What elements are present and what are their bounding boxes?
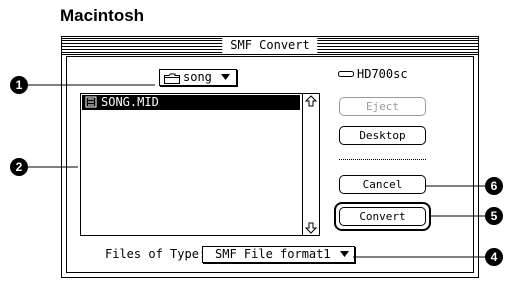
file-list-scrollbar[interactable]	[302, 94, 319, 235]
section-heading: Macintosh	[60, 6, 145, 25]
folder-icon	[164, 73, 180, 84]
list-item[interactable]: SONG.MID	[82, 95, 300, 110]
hard-drive-icon	[338, 70, 354, 78]
files-of-type-label: Files of Type:	[105, 247, 207, 261]
cancel-button[interactable]: Cancel	[339, 175, 426, 194]
midi-file-icon	[85, 96, 97, 108]
callout-badge-4: 4	[485, 248, 503, 266]
arrow-down-icon[interactable]	[305, 221, 317, 234]
desktop-button[interactable]: Desktop	[339, 126, 426, 145]
files-of-type-value: SMF File format1	[215, 247, 331, 261]
dialog-titlebar[interactable]: SMF Convert	[62, 37, 478, 55]
eject-button[interactable]: Eject	[339, 97, 426, 116]
callout-badge-1: 1	[10, 76, 28, 94]
drive-label: HD700sc	[357, 67, 408, 81]
callout-badge-5: 5	[485, 207, 503, 225]
callout-badge-6: 6	[485, 177, 503, 195]
file-list[interactable]: SONG.MID	[80, 93, 320, 236]
triangle-down-icon	[340, 251, 349, 257]
files-of-type-popup[interactable]: SMF File format1	[202, 246, 355, 263]
convert-button[interactable]: Convert	[339, 207, 426, 226]
callout-badge-2: 2	[10, 158, 28, 176]
folder-popup[interactable]: song	[159, 69, 237, 86]
file-name: SONG.MID	[101, 95, 159, 109]
arrow-up-icon[interactable]	[305, 95, 317, 108]
triangle-down-icon	[221, 74, 230, 80]
dialog-title: SMF Convert	[222, 37, 318, 53]
folder-popup-label: song	[183, 70, 212, 84]
button-separator	[339, 159, 426, 160]
